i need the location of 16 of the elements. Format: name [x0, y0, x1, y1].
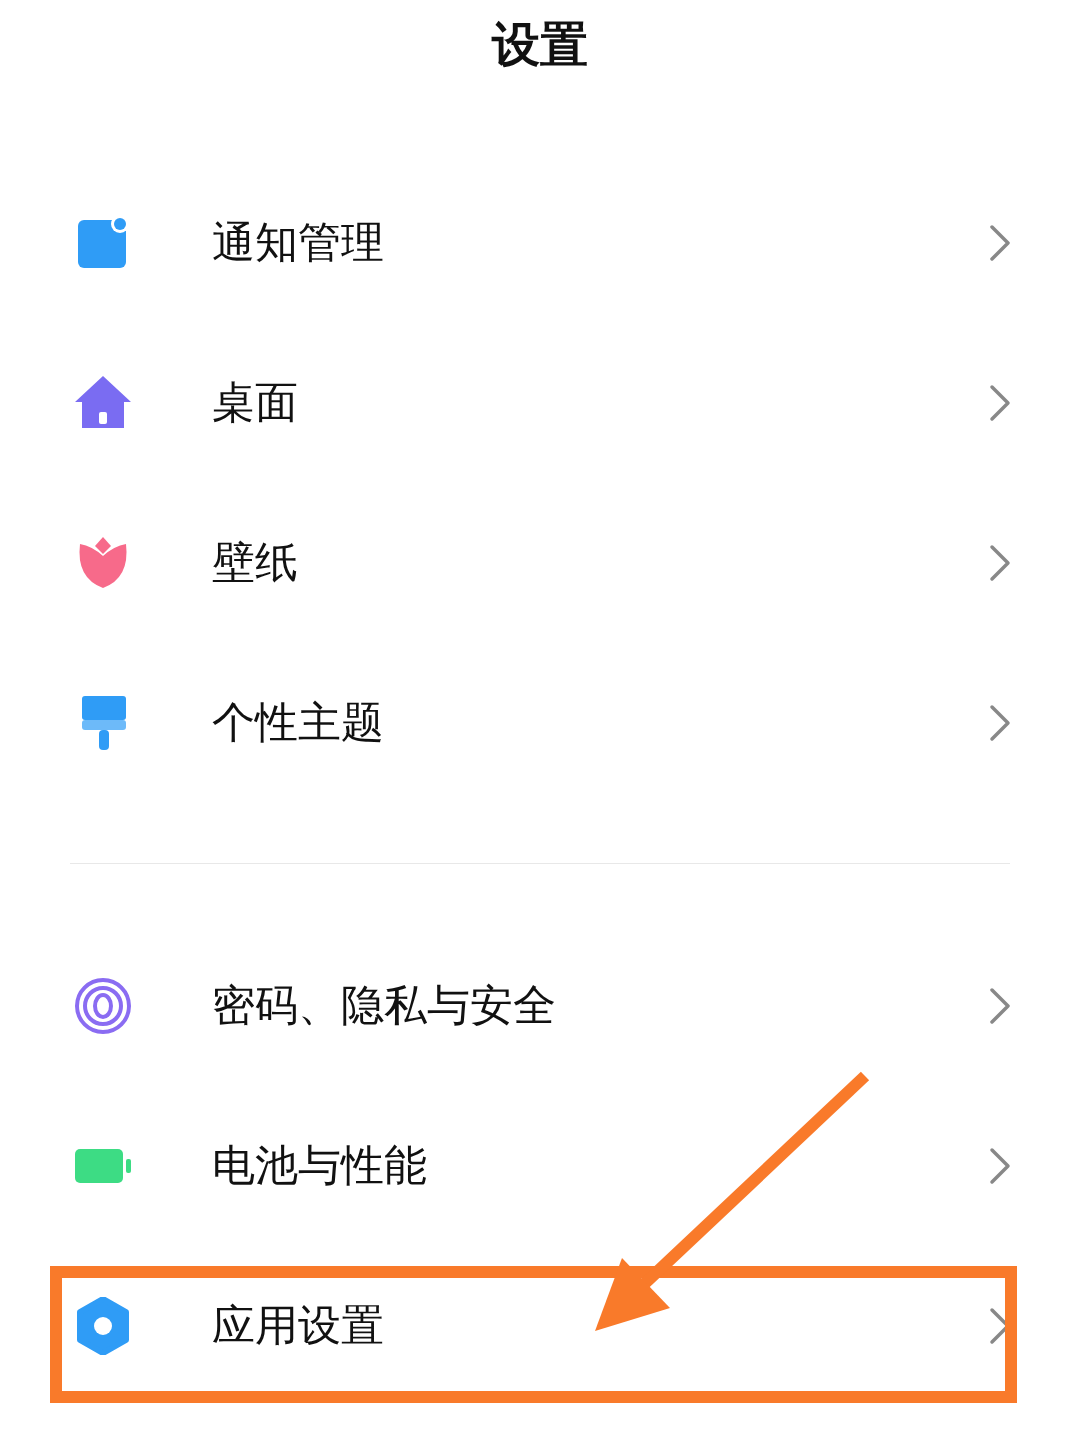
chevron-right-icon [988, 383, 1012, 423]
chevron-right-icon [988, 1146, 1012, 1186]
chevron-right-icon [988, 543, 1012, 583]
menu-item-label[interactable]: 桌面 [212, 374, 988, 432]
menu-item-label[interactable]: 壁纸 [212, 534, 988, 592]
menu-item-label[interactable]: 通知管理 [212, 214, 988, 272]
menu-item-label[interactable]: 个性主题 [212, 694, 988, 752]
chevron-right-icon [988, 223, 1012, 263]
fingerprint-icon [74, 977, 132, 1035]
page-title: 设置 [492, 15, 588, 74]
menu-item-label[interactable]: 应用设置 [212, 1297, 988, 1355]
chevron-right-icon [988, 703, 1012, 743]
menu-item-label[interactable]: 密码、隐私与安全 [212, 977, 988, 1035]
menu-item-label[interactable]: 电池与性能 [212, 1137, 988, 1195]
settings-icon [74, 1297, 132, 1355]
chevron-right-icon [988, 986, 1012, 1026]
